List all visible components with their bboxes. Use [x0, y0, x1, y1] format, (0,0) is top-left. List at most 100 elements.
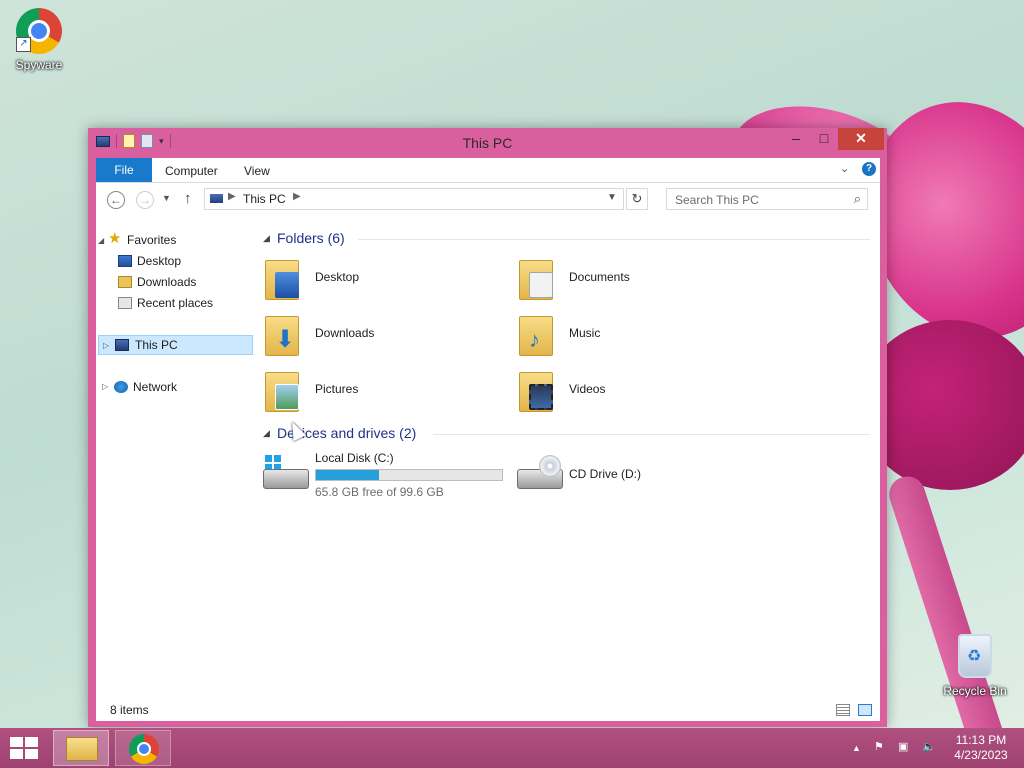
- expand-arrow-icon[interactable]: ▷: [103, 336, 109, 356]
- folder-desktop[interactable]: Desktop: [265, 254, 505, 306]
- group-title: Folders (6): [277, 230, 345, 246]
- folder-documents[interactable]: Documents: [519, 254, 759, 306]
- breadcrumb-chevron-icon[interactable]: ▶: [228, 191, 236, 202]
- taskbar-chrome[interactable]: [115, 730, 171, 766]
- desktop-folder-icon: [265, 256, 303, 300]
- nav-item-network[interactable]: ▷ Network: [98, 377, 248, 397]
- hard-disk-icon: [263, 455, 309, 493]
- folder-label: Videos: [569, 382, 606, 396]
- breadcrumb-this-pc[interactable]: This PC: [243, 192, 286, 206]
- clock-date: 4/23/2023: [954, 748, 1008, 762]
- expand-ribbon-icon[interactable]: ⌄: [840, 162, 849, 175]
- folder-label: Documents: [569, 270, 630, 284]
- recent-places-icon: [118, 297, 132, 309]
- nav-item-favorites[interactable]: ◢ ★ Favorites: [98, 230, 248, 250]
- desktop-icon-label: Spyware: [15, 58, 63, 72]
- nav-label: Network: [133, 380, 178, 394]
- close-button[interactable]: ✕: [838, 128, 884, 150]
- help-icon[interactable]: ?: [862, 162, 876, 176]
- content-pane: ◢ Folders (6) Desktop Documents ⬇ Downlo…: [253, 217, 880, 701]
- folder-label: Desktop: [315, 270, 360, 284]
- group-divider: [358, 239, 870, 240]
- maximize-button[interactable]: □: [810, 128, 838, 150]
- forward-button[interactable]: →: [136, 191, 154, 209]
- collapse-arrow-icon[interactable]: ◢: [263, 428, 270, 439]
- folder-label: Music: [569, 326, 601, 340]
- documents-folder-icon: [519, 256, 557, 300]
- collapse-arrow-icon[interactable]: ◢: [263, 233, 270, 244]
- nav-item-desktop[interactable]: Desktop: [98, 251, 248, 271]
- folder-pictures[interactable]: Pictures: [265, 366, 505, 418]
- nav-item-recent-places[interactable]: Recent places: [98, 293, 248, 313]
- nav-label: This PC: [135, 338, 178, 352]
- drive-usage-bar: [315, 469, 503, 481]
- item-count: 8 items: [110, 703, 149, 717]
- expand-arrow-icon[interactable]: ▷: [102, 377, 108, 397]
- refresh-button[interactable]: ↻: [626, 188, 648, 210]
- downloads-folder-icon: ⬇: [265, 312, 303, 356]
- nav-label: Favorites: [127, 233, 177, 247]
- action-center-flag-icon[interactable]: ⚑: [874, 740, 888, 754]
- shortcut-arrow-icon: ↗: [16, 37, 31, 52]
- minimize-button[interactable]: –: [782, 128, 810, 150]
- folder-videos[interactable]: Videos: [519, 366, 759, 418]
- title-bar[interactable]: ▾ This PC – □ ✕: [88, 128, 887, 158]
- explorer-window: ▾ This PC – □ ✕ File Computer View ⌄ ? ←…: [88, 128, 887, 727]
- desktop-icon: [118, 255, 132, 267]
- tab-computer[interactable]: Computer: [165, 158, 218, 182]
- wallpaper-stem: [884, 471, 1012, 768]
- up-button[interactable]: ↑: [184, 190, 192, 207]
- back-button[interactable]: ←: [107, 191, 125, 209]
- system-clock[interactable]: 11:13 PM 4/23/2023: [944, 733, 1018, 763]
- computer-icon: [115, 339, 129, 351]
- search-input[interactable]: Search This PC ⌕: [666, 188, 868, 210]
- address-dropdown-icon[interactable]: ▼: [607, 192, 617, 203]
- drive-cd-d[interactable]: CD Drive (D:): [517, 449, 717, 499]
- nav-item-this-pc[interactable]: ▷ This PC: [98, 335, 253, 355]
- network-icon: [114, 381, 128, 393]
- folder-music[interactable]: ♪ Music: [519, 310, 759, 362]
- drive-free-space: 65.8 GB free of 99.6 GB: [315, 485, 444, 499]
- cd-drive-icon: [517, 455, 563, 493]
- folder-label: Downloads: [315, 326, 375, 340]
- folder-label: Pictures: [315, 382, 359, 396]
- desktop-icon-recycle-bin[interactable]: Recycle Bin: [940, 634, 1010, 698]
- desktop-icon-label: Recycle Bin: [943, 684, 1007, 698]
- details-view-icon[interactable]: [836, 704, 850, 716]
- window-title: This PC: [462, 135, 513, 151]
- music-folder-icon: ♪: [519, 312, 557, 356]
- star-icon: ★: [108, 230, 122, 247]
- drive-label: CD Drive (D:): [569, 467, 641, 481]
- taskbar: ▲ ⚑ ▣ 🔈 11:13 PM 4/23/2023: [0, 728, 1024, 768]
- drive-local-disk-c[interactable]: Local Disk (C:) 65.8 GB free of 99.6 GB: [263, 449, 523, 499]
- folder-downloads[interactable]: ⬇ Downloads: [265, 310, 505, 362]
- group-divider: [433, 434, 870, 435]
- navigation-pane: ◢ ★ Favorites Desktop Downloads Recent p…: [96, 217, 253, 701]
- large-icons-view-icon[interactable]: [858, 704, 872, 716]
- tab-file[interactable]: File: [96, 158, 152, 182]
- chrome-icon: [129, 734, 159, 764]
- nav-label: Desktop: [137, 254, 182, 268]
- nav-item-downloads[interactable]: Downloads: [98, 272, 248, 292]
- recycle-bin-icon: [958, 634, 992, 678]
- status-bar: 8 items: [96, 701, 880, 721]
- show-hidden-icons-icon[interactable]: ▲: [852, 743, 861, 753]
- file-explorer-icon: [66, 737, 98, 761]
- volume-muted-icon[interactable]: 🔈: [922, 740, 938, 754]
- clock-time: 11:13 PM: [955, 733, 1007, 747]
- desktop-icon-spyware[interactable]: ↗ Spyware: [4, 8, 74, 72]
- tab-view[interactable]: View: [244, 158, 270, 182]
- ribbon-tabs: File Computer View ⌄ ?: [96, 158, 880, 183]
- videos-folder-icon: [519, 368, 557, 412]
- address-bar[interactable]: ▶ This PC ▶ ▼: [204, 188, 624, 210]
- recent-locations-icon[interactable]: ▼: [162, 193, 171, 203]
- breadcrumb-chevron-icon[interactable]: ▶: [293, 191, 301, 202]
- network-tray-icon[interactable]: ▣: [898, 740, 914, 754]
- search-placeholder: Search This PC: [675, 193, 759, 207]
- start-button[interactable]: [10, 737, 38, 759]
- downloads-icon: [118, 276, 132, 288]
- taskbar-file-explorer[interactable]: [53, 730, 109, 766]
- nav-label: Recent places: [137, 296, 214, 310]
- drive-label: Local Disk (C:): [315, 451, 394, 465]
- collapse-arrow-icon[interactable]: ◢: [98, 231, 104, 251]
